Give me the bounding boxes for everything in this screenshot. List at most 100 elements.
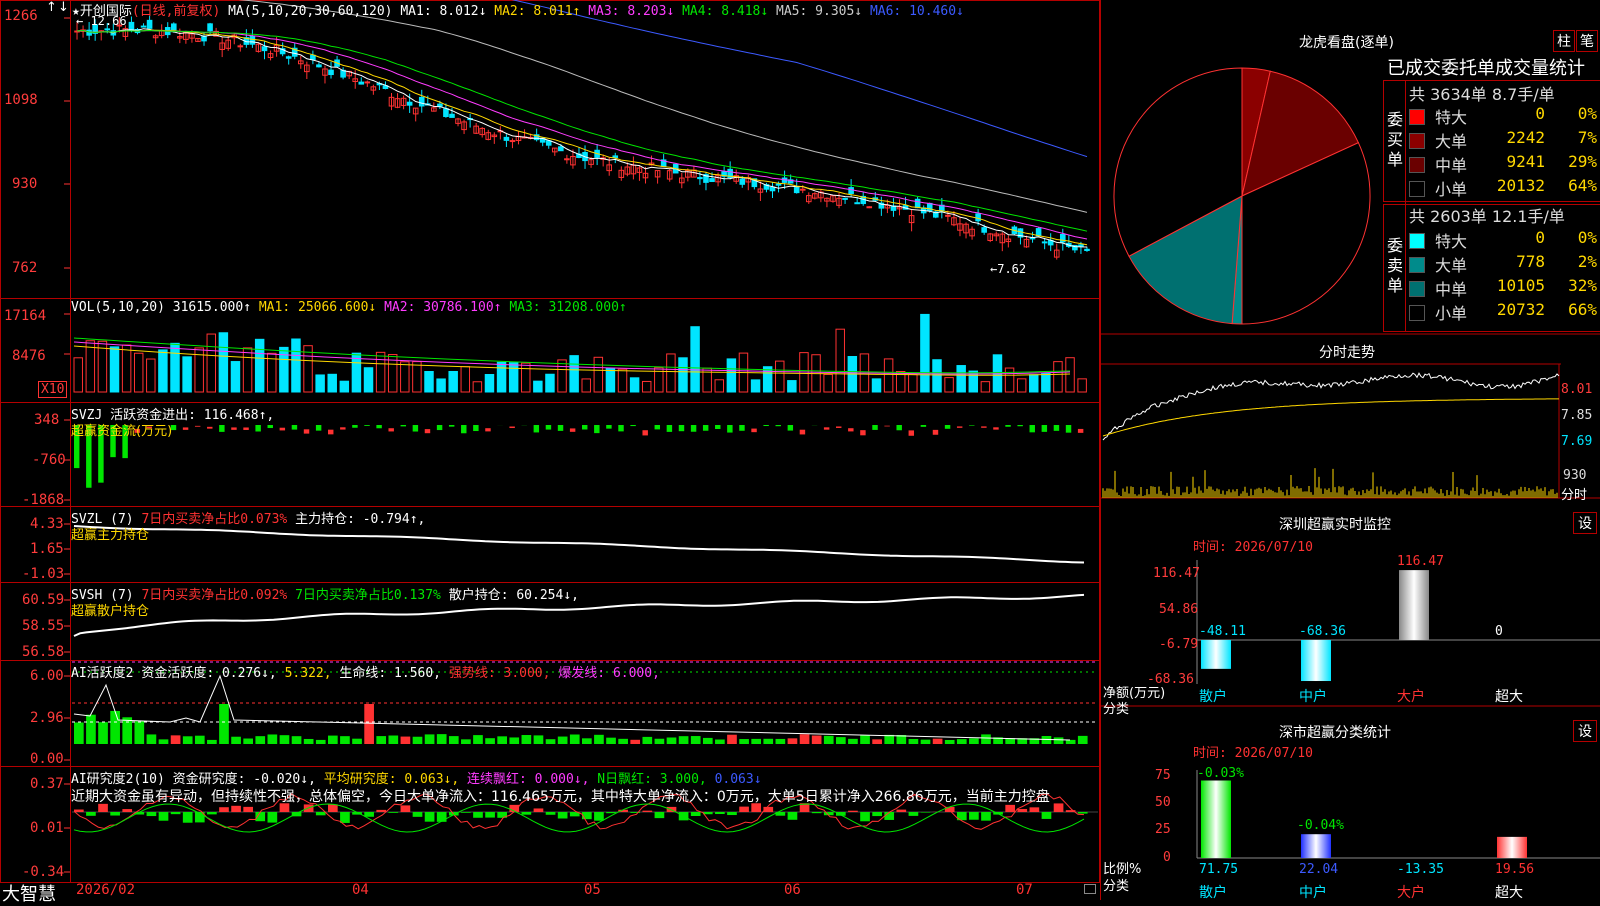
svzj-bar [969, 425, 974, 426]
volume-bar [1030, 375, 1038, 392]
ai1-bar [376, 736, 386, 744]
candle-body [982, 228, 987, 233]
ai1-bar [909, 739, 919, 744]
xtick-4: 07 [1016, 882, 1033, 898]
sz-monitor-settings-button[interactable]: 设 [1573, 512, 1597, 534]
column-mode-button[interactable]: 柱 [1553, 30, 1575, 52]
ma-line-20 [77, 31, 1087, 240]
volume-bar [183, 357, 191, 392]
svzj-bar [921, 425, 926, 427]
vol-ma2: MA2: 30786.100↑ [384, 300, 501, 315]
vol-header: VOL(5,10,20) 31615.000↑ MA1: 25066.600↓ … [71, 300, 627, 315]
right-panel: 龙虎看盘(逐单) 柱 笔 已成交委托单成交量统计 委买单 委卖单 共 3634单… [1100, 0, 1600, 900]
ai1-bar [171, 735, 181, 744]
ai1-bar [606, 738, 616, 744]
svzj-ytick-0: 348 [34, 412, 59, 428]
ma2-value: MA2: 8.011↑ [494, 4, 580, 19]
vol-unit: X10 [38, 381, 67, 398]
ai2-bar [413, 812, 423, 817]
ai2-bar [546, 812, 556, 815]
svzj-sub: 超赢资金流(万元) [71, 420, 172, 439]
candle-body [740, 179, 745, 184]
ai2-bar [884, 812, 894, 820]
ai1-bar [582, 738, 592, 744]
ai2-bar [969, 812, 979, 820]
sz-class-category-2: 大户 [1397, 882, 1425, 902]
tick-mode-button[interactable]: 笔 [1576, 30, 1598, 52]
ai1-bar [921, 740, 931, 744]
svzl-ytick-0: 4.33 [30, 516, 64, 532]
volume-bar [316, 375, 324, 392]
svsh-pct2: 7日内买卖净占比0.137% [295, 588, 441, 603]
ai1-bar [183, 736, 193, 744]
row-pct: 0% [1549, 104, 1597, 123]
brand-logo: 大智慧 [2, 880, 56, 906]
volume-bar [642, 381, 650, 392]
candle-body [867, 207, 872, 208]
svzj-bar [582, 425, 587, 429]
lock-icon[interactable] [1084, 884, 1096, 894]
row-pct: 64% [1549, 176, 1597, 195]
volume-bar [558, 360, 566, 392]
ai2-bar [171, 812, 181, 814]
sz-monitor-xlabel: 分类 [1103, 698, 1129, 717]
ai2-bar [691, 812, 701, 816]
volume-bar [509, 363, 517, 392]
ai2-bar [461, 812, 471, 813]
svzj-bar [449, 425, 454, 427]
volume-bar [522, 363, 530, 392]
scroll-down-icon[interactable]: ↓ [58, 0, 69, 15]
ai2-bar [485, 812, 495, 818]
vol-value: 31615.000↑ [173, 300, 251, 315]
sz-monitor-category-2: 大户 [1397, 686, 1425, 706]
kline-svg[interactable] [0, 0, 1100, 900]
intraday-volume [1103, 468, 1557, 498]
ai1-bar [74, 722, 84, 744]
ai1-bar [618, 739, 628, 744]
volume-bar [909, 374, 917, 392]
sz-class-title: 深市超赢分类统计 [1279, 722, 1391, 742]
svzj-bar [461, 425, 466, 433]
ai1-bar [122, 717, 132, 744]
ai1-bar [316, 740, 326, 744]
ai1-bar [195, 736, 205, 744]
ai1-bar [836, 737, 846, 744]
svzj-bar [957, 426, 962, 427]
svzj-ytick-1: -760 [32, 452, 66, 468]
ai1-bar [159, 739, 169, 744]
volume-bar [667, 354, 675, 392]
sz-monitor-ytick-1: 54.86 [1159, 602, 1198, 617]
svzj-bar [340, 427, 345, 429]
candle-body [710, 179, 715, 182]
ai2-bar [909, 812, 919, 816]
legend-swatch [1409, 233, 1425, 249]
ai2-bar [1042, 812, 1052, 819]
sz-class-top-label-1: -0.04% [1297, 818, 1344, 833]
scroll-up-icon[interactable]: ↑ [46, 0, 57, 15]
sz-class-settings-button[interactable]: 设 [1573, 720, 1597, 742]
kline-area[interactable]: ★开创国际(日线,前复权) MA(5,10,20,30,60,120) MA1:… [0, 0, 1100, 900]
main-ytick-0: 1266 [4, 8, 38, 24]
svsh-pos: 散户持仓: 60.254↓, [449, 588, 579, 603]
volume-bar [147, 359, 155, 392]
period-label: (日线,前复权) [132, 4, 220, 19]
svzj-bar [437, 425, 442, 430]
svzj-bar [642, 430, 647, 435]
ai2-bar [425, 812, 435, 822]
candle-body [329, 70, 334, 74]
volume-bar [921, 314, 929, 392]
volume-bar [1066, 358, 1074, 392]
volume-bar [255, 339, 263, 392]
main-ytick-3: 762 [12, 260, 37, 276]
row-name: 特大 [1435, 228, 1467, 252]
ai1-bar [981, 734, 991, 744]
candle-body [1042, 242, 1047, 243]
ai1-bar [207, 740, 217, 744]
sz-class-ytick-3: 0 [1163, 850, 1171, 865]
sz-monitor-category-0: 散户 [1199, 686, 1227, 706]
svzj-bar [558, 425, 563, 431]
intraday-avg-line [1103, 399, 1559, 436]
svzj-bar [655, 425, 660, 429]
volume-bar [219, 333, 227, 392]
volume-bar [1042, 373, 1050, 392]
